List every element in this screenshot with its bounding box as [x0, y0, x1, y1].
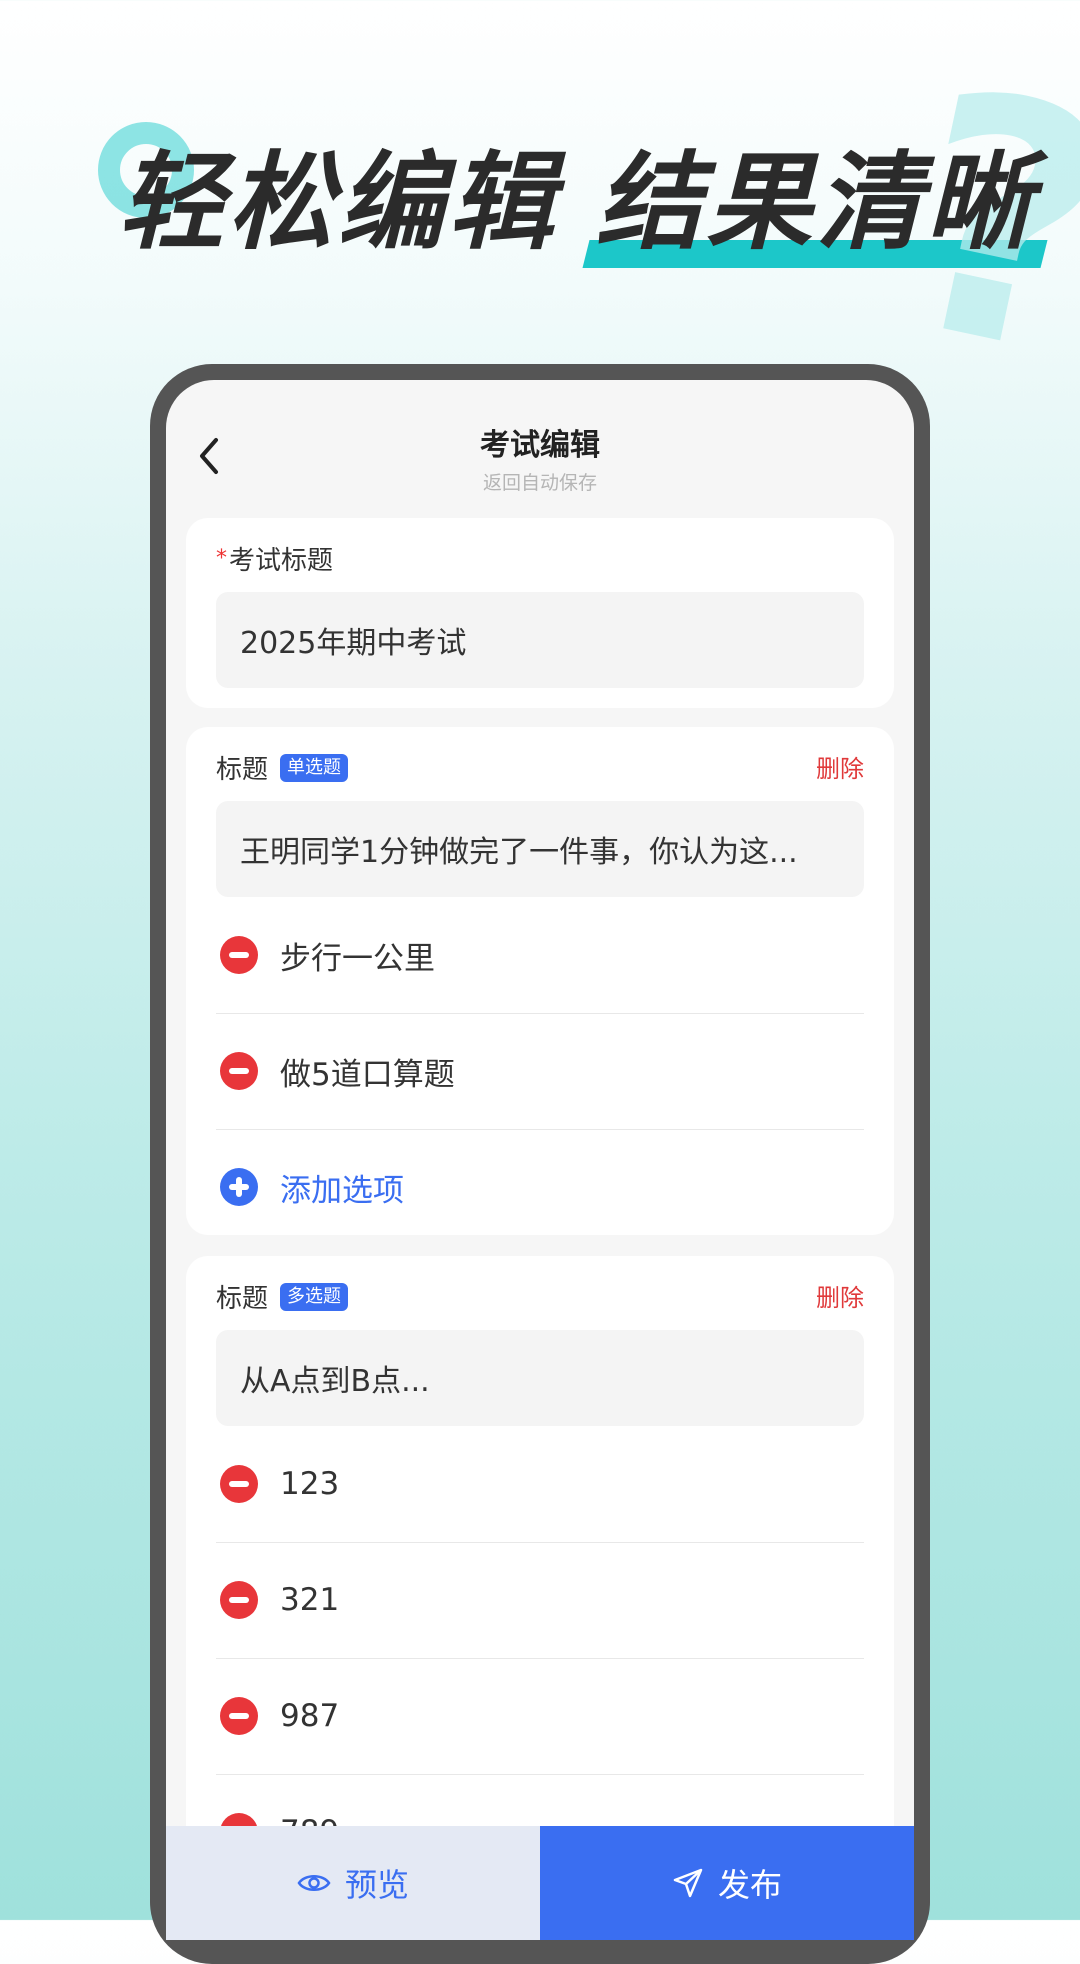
bottom-action-bar: 预览 发布 [166, 1826, 914, 1940]
publish-button[interactable]: 发布 [540, 1826, 914, 1940]
add-option-button[interactable]: 添加选项 [216, 1129, 864, 1245]
question-label-row: 标题 多选题 [216, 1278, 349, 1315]
send-icon [672, 1867, 704, 1899]
preview-button[interactable]: 预览 [166, 1826, 540, 1940]
option-row: 987 [216, 1658, 864, 1775]
question-label: 标题 [216, 1284, 269, 1314]
page-subtitle: 返回自动保存 [482, 472, 597, 494]
option-text[interactable]: 步行一公里 [280, 933, 435, 978]
add-option-label: 添加选项 [280, 1172, 404, 1209]
headline-part2: 结果清晰 [596, 141, 1036, 264]
app-screen: 考试编辑 返回自动保存 * 考试标题 2025年期中考试 标题 单选题 删除 王… [166, 380, 914, 1940]
option-row: 123 [216, 1426, 864, 1543]
option-text[interactable]: 321 [280, 1582, 339, 1618]
question-type-tag: 单选题 [280, 753, 349, 782]
exam-title-card: * 考试标题 2025年期中考试 [186, 518, 894, 708]
option-row: 做5道口算题 [216, 1013, 864, 1130]
question-type-tag: 多选题 [280, 1282, 349, 1311]
remove-option-icon[interactable] [220, 1052, 258, 1090]
preview-label: 预览 [344, 1866, 409, 1904]
option-text[interactable]: 123 [280, 1466, 339, 1502]
headline-part1: 轻松编辑 [118, 141, 558, 264]
option-row: 321 [216, 1542, 864, 1659]
question-label: 标题 [216, 755, 269, 785]
option-text[interactable]: 做5道口算题 [280, 1049, 455, 1094]
question-label-row: 标题 单选题 [216, 749, 349, 786]
remove-option-icon[interactable] [220, 1581, 258, 1619]
remove-option-icon[interactable] [220, 1465, 258, 1503]
publish-label: 发布 [717, 1866, 782, 1904]
question-text-input[interactable]: 王明同学1分钟做完了一件事，你认为这... [216, 801, 864, 897]
nav-bar: 考试编辑 返回自动保存 [166, 380, 914, 500]
required-mark: * [216, 546, 227, 571]
remove-option-icon[interactable] [220, 1697, 258, 1735]
option-row: 步行一公里 [216, 897, 864, 1014]
delete-question-button[interactable]: 删除 [816, 749, 864, 784]
remove-option-icon[interactable] [220, 936, 258, 974]
promo-headline: 轻松编辑 结果清晰 [118, 150, 1036, 256]
eye-icon [297, 1871, 331, 1895]
question-card-1: 标题 单选题 删除 王明同学1分钟做完了一件事，你认为这... 步行一公里 做5… [186, 727, 894, 1235]
delete-question-button[interactable]: 删除 [816, 1278, 864, 1313]
question-text-input[interactable]: 从A点到B点... [216, 1330, 864, 1426]
exam-title-label-text: 考试标题 [229, 546, 334, 576]
exam-title-label: * 考试标题 [216, 540, 333, 577]
option-text[interactable]: 987 [280, 1698, 339, 1734]
page-title: 考试编辑 [480, 428, 600, 463]
add-icon [220, 1168, 258, 1206]
exam-title-input[interactable]: 2025年期中考试 [216, 592, 864, 688]
